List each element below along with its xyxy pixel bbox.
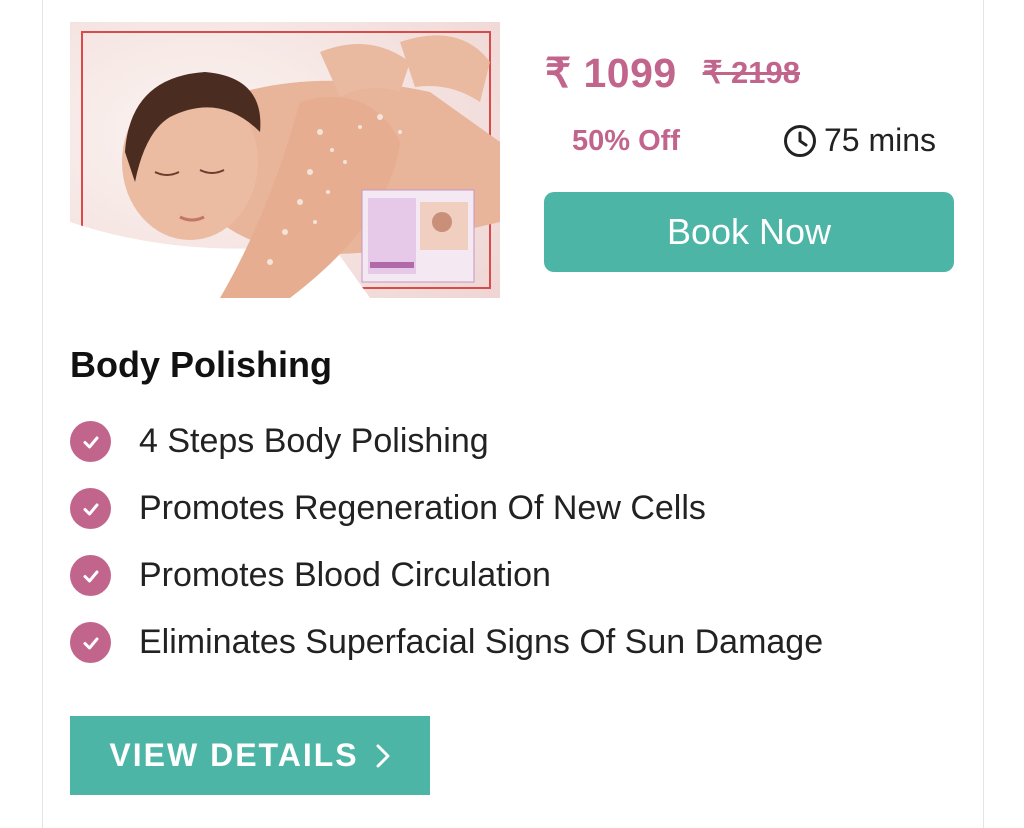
feature-text: 4 Steps Body Polishing	[139, 422, 489, 460]
feature-item: Promotes Regeneration Of New Cells	[70, 475, 823, 542]
discount-label: 50% Off	[572, 125, 680, 157]
product-image[interactable]	[70, 22, 500, 298]
book-now-button[interactable]: Book Now	[544, 192, 954, 272]
check-circle-icon	[70, 421, 111, 462]
feature-item: Eliminates Superfacial Signs Of Sun Dama…	[70, 609, 823, 676]
check-circle-icon	[70, 622, 111, 663]
feature-text: Eliminates Superfacial Signs Of Sun Dama…	[139, 623, 824, 661]
price-row: ₹ 1099 ₹ 2198	[545, 48, 800, 98]
current-price: ₹ 1099	[545, 50, 677, 96]
feature-text: Promotes Regeneration Of New Cells	[139, 489, 706, 527]
feature-item: 4 Steps Body Polishing	[70, 408, 823, 475]
duration-text: 75 mins	[824, 122, 937, 158]
check-circle-icon	[70, 555, 111, 596]
view-details-label: VIEW DETAILS	[109, 737, 359, 773]
original-price: ₹ 2198	[702, 55, 800, 90]
feature-list: 4 Steps Body Polishing Promotes Regenera…	[70, 408, 823, 676]
view-details-button[interactable]: VIEW DETAILS	[70, 716, 430, 795]
check-circle-icon	[70, 488, 111, 529]
clock-icon	[783, 124, 817, 158]
duration: 75 mins	[783, 122, 936, 159]
feature-item: Promotes Blood Circulation	[70, 542, 823, 609]
service-title: Body Polishing	[70, 344, 333, 385]
chevron-right-icon	[375, 743, 391, 769]
feature-text: Promotes Blood Circulation	[139, 556, 551, 594]
